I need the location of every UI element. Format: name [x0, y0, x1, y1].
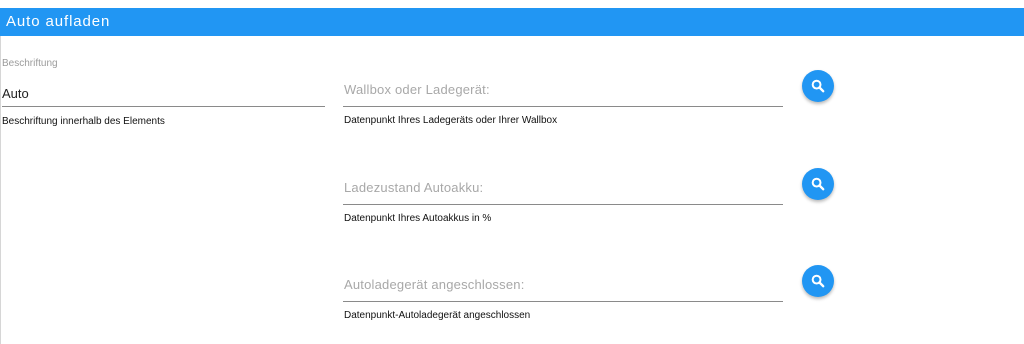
battery-search-button[interactable]: [802, 168, 834, 200]
connected-datapoint-field[interactable]: Autoladegerät angeschlossen:: [343, 274, 783, 302]
battery-datapoint-field[interactable]: Ladezustand Autoakku:: [343, 177, 783, 205]
charger-datapoint-helper: Datenpunkt Ihres Ladegeräts oder Ihrer W…: [344, 115, 558, 126]
caption-helper: Beschriftung innerhalb des Elements: [2, 116, 165, 127]
connected-search-button[interactable]: [802, 265, 834, 297]
search-icon: [811, 177, 825, 191]
charger-datapoint-field[interactable]: Wallbox oder Ladegerät:: [343, 79, 783, 107]
search-icon: [811, 79, 825, 93]
search-icon: [811, 274, 825, 288]
connected-datapoint-helper: Datenpunkt-Autoladegerät angeschlossen: [344, 310, 531, 321]
caption-input[interactable]: [2, 80, 325, 107]
dialog: Auto aufladen Beschriftung Beschriftung …: [0, 0, 1024, 344]
connected-datapoint-placeholder: Autoladegerät angeschlossen:: [344, 277, 525, 292]
battery-datapoint-placeholder: Ladezustand Autoakku:: [344, 180, 484, 195]
caption-label: Beschriftung: [2, 58, 58, 69]
datapoint-charger: Wallbox oder Ladegerät: Datenpunkt Ihres…: [343, 79, 783, 126]
battery-datapoint-helper: Datenpunkt Ihres Autoakkus in %: [344, 213, 492, 224]
charger-search-button[interactable]: [802, 70, 834, 102]
dialog-title: Auto aufladen: [0, 8, 1024, 36]
left-border: [0, 36, 1, 344]
charger-datapoint-placeholder: Wallbox oder Ladegerät:: [344, 82, 490, 97]
datapoint-connected: Autoladegerät angeschlossen: Datenpunkt-…: [343, 274, 783, 321]
datapoint-battery: Ladezustand Autoakku: Datenpunkt Ihres A…: [343, 177, 783, 224]
